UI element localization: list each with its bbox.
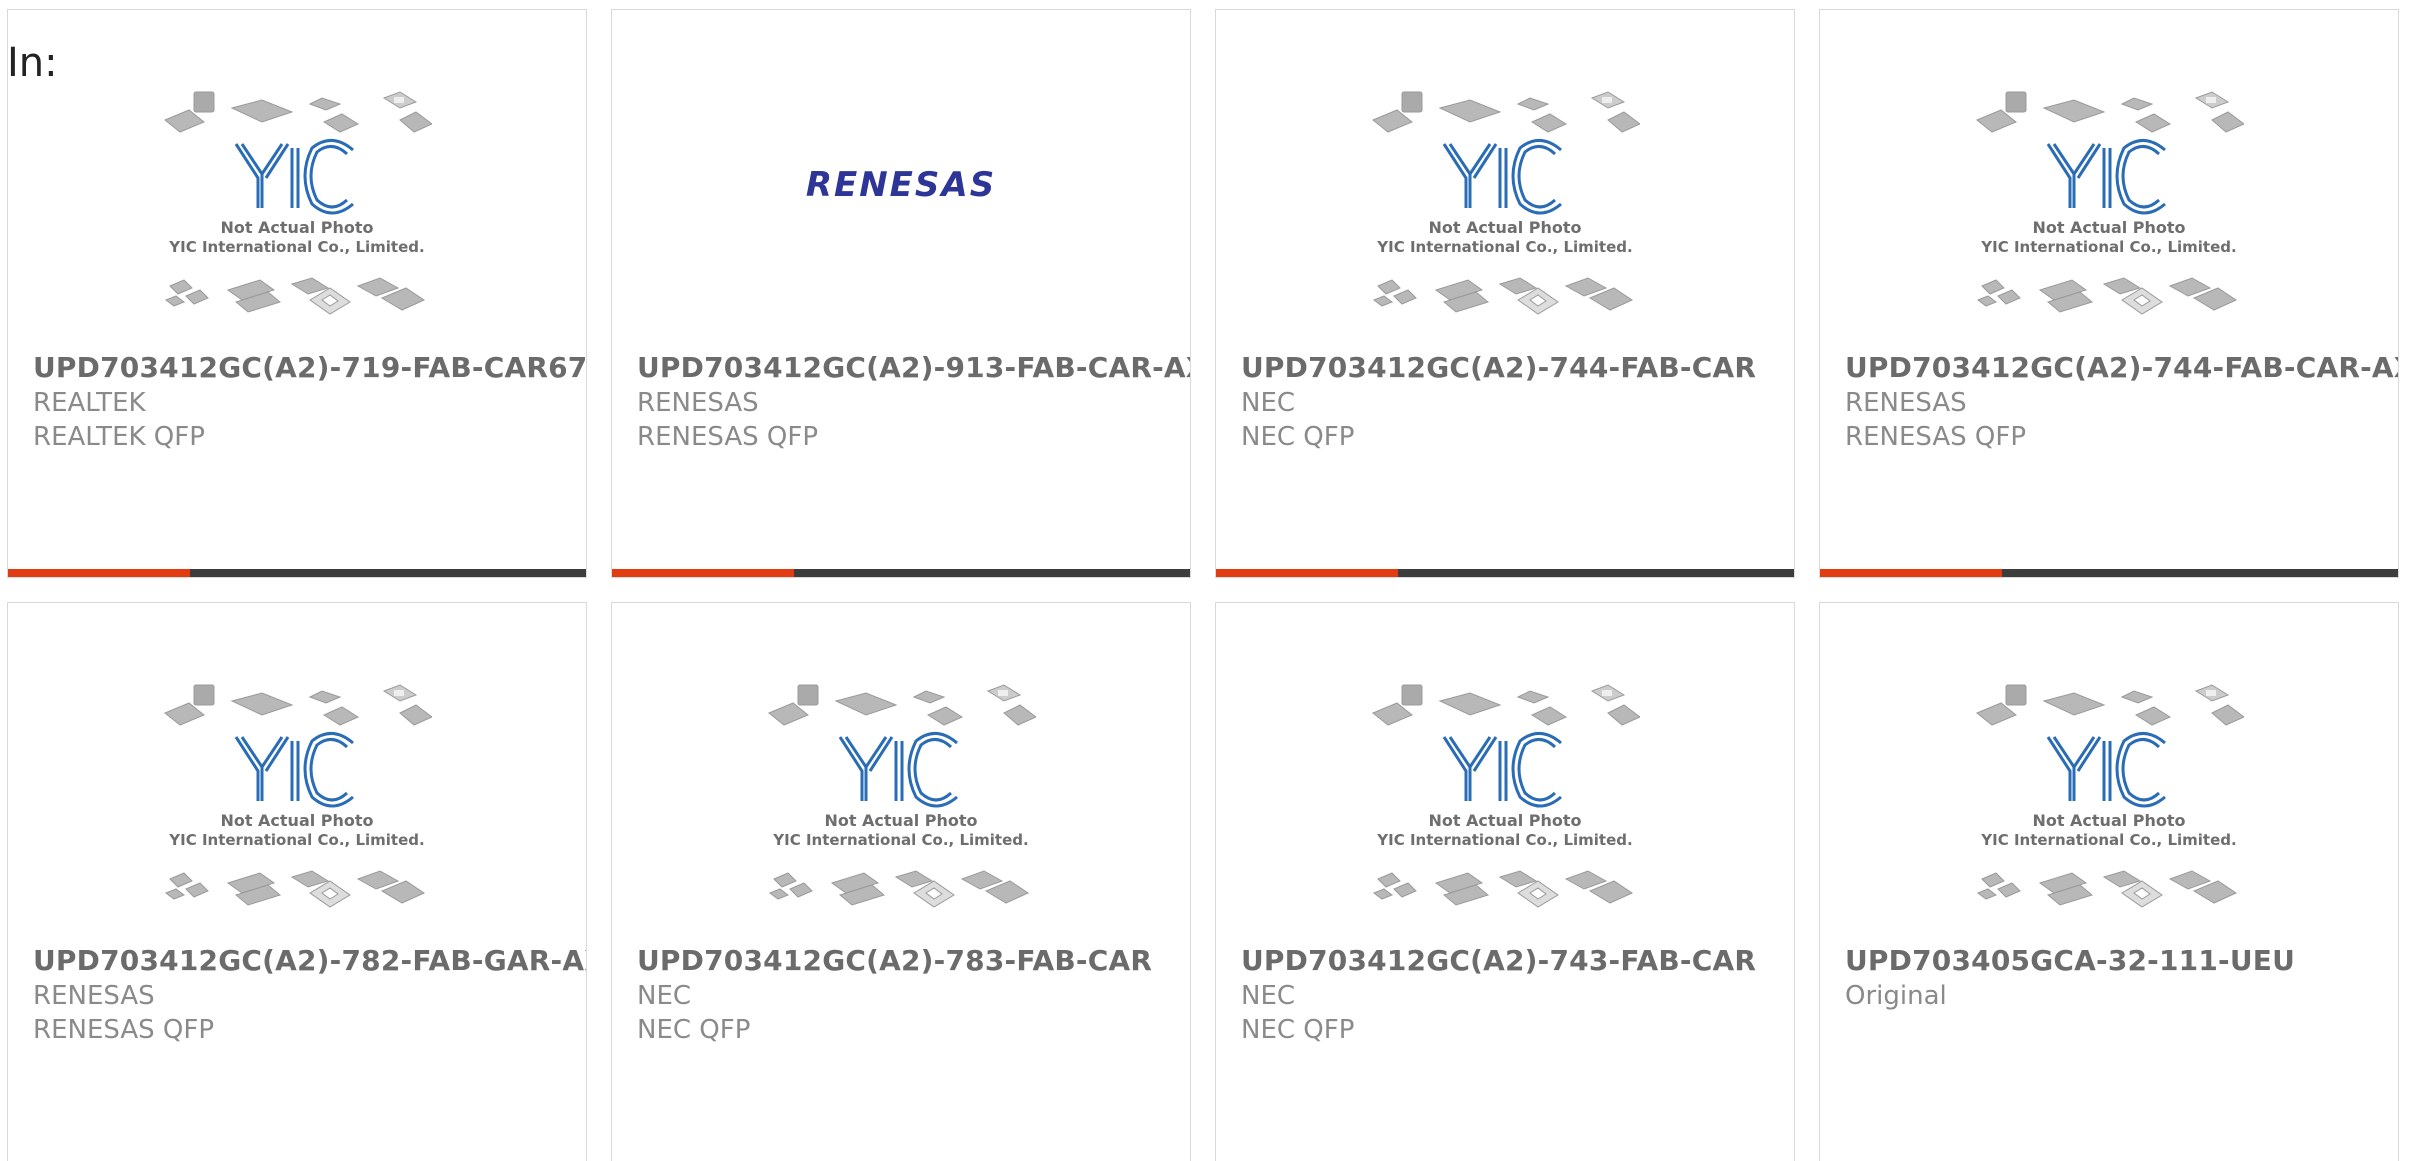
accent-segment [1820,569,2002,577]
product-info: UPD703412GC(A2)-743-FAB-CAR NEC NEC QFP [1241,943,1784,1047]
svg-text:Not Actual Photo: Not Actual Photo [2032,811,2185,830]
part-number-link[interactable]: UPD703405GCA-32-111-UEU [1845,943,2388,979]
renesas-logo: RENESAS [806,165,996,205]
product-image[interactable]: Not Actual Photo YIC International Co., … [8,90,586,360]
product-info: UPD703405GCA-32-111-UEU Original [1845,943,2388,1013]
svg-text:Not Actual Photo: Not Actual Photo [220,811,373,830]
yic-placeholder-image: Not Actual Photo YIC International Co., … [1976,684,2244,908]
package-label: RENESAS QFP [33,1015,215,1045]
card-footer-bar [1216,569,1794,577]
svg-text:Not Actual Photo: Not Actual Photo [824,811,977,830]
svg-text:YIC International Co., Limited: YIC International Co., Limited. [1980,238,2236,256]
package-label: REALTEK QFP [33,422,205,452]
product-card[interactable]: Not Actual Photo YIC International Co., … [1819,9,2399,578]
product-card[interactable]: Not Actual Photo YIC International Co., … [1215,602,1795,1161]
brand-label: RENESAS [33,981,155,1011]
brand-label: Original [1845,981,1947,1011]
product-card[interactable]: RENESAS UPD703412GC(A2)-913-FAB-CAR-AX RE… [611,9,1191,578]
card-footer-bar [1820,569,2398,577]
svg-text:YIC International Co., Limited: YIC International Co., Limited. [1376,238,1632,256]
svg-text:YIC International Co., Limited: YIC International Co., Limited. [168,831,424,849]
part-number-link[interactable]: UPD703412GC(A2)-913-FAB-CAR-AX [637,350,1190,386]
part-number-link[interactable]: UPD703412GC(A2)-719-FAB-CAR672 [33,350,586,386]
bar-segment [794,569,1190,577]
yic-placeholder-image: Not Actual Photo YIC International Co., … [1372,684,1640,908]
svg-text:YIC International Co., Limited: YIC International Co., Limited. [1376,831,1632,849]
yic-placeholder-image: Not Actual Photo YIC International Co., … [1976,91,2244,315]
brand-label: NEC [1241,981,1296,1011]
product-image[interactable]: RENESAS [612,90,1190,360]
part-number-link[interactable]: UPD703412GC(A2)-743-FAB-CAR [1241,943,1784,979]
product-info: UPD703412GC(A2)-783-FAB-CAR NEC NEC QFP [637,943,1180,1047]
package-label: RENESAS QFP [1845,422,2027,452]
brand-label: REALTEK [33,388,146,418]
yic-placeholder-image: Not Actual Photo YIC International Co., … [164,91,432,315]
product-info: UPD703412GC(A2)-719-FAB-CAR672 REALTEK REA… [33,350,586,454]
package-label: NEC QFP [637,1015,751,1045]
product-image[interactable]: Not Actual Photo YIC International Co., … [1820,90,2398,360]
product-card[interactable]: Not Actual Photo YIC International Co., … [1819,602,2399,1161]
brand-label: NEC [637,981,692,1011]
product-info: UPD703412GC(A2)-744-FAB-CAR-AX RENESAS REN… [1845,350,2398,454]
yic-placeholder-image: Not Actual Photo YIC International Co., … [768,684,1036,908]
product-image[interactable]: Not Actual Photo YIC International Co., … [1216,90,1794,360]
product-info: UPD703412GC(A2)-744-FAB-CAR NEC NEC QFP [1241,350,1784,454]
svg-text:Not Actual Photo: Not Actual Photo [220,218,373,237]
brand-label: RENESAS [637,388,759,418]
brand-label: NEC [1241,388,1296,418]
product-card[interactable]: Not Actual Photo YIC International Co., … [7,602,587,1161]
product-card[interactable]: Not Actual Photo YIC International Co., … [7,9,587,578]
svg-text:YIC International Co., Limited: YIC International Co., Limited. [1980,831,2236,849]
product-image[interactable]: Not Actual Photo YIC International Co., … [8,683,586,953]
package-label: NEC QFP [1241,422,1355,452]
filter-label: In: [7,40,58,86]
svg-text:RENESAS: RENESAS [806,165,996,205]
part-number-link[interactable]: UPD703412GC(A2)-744-FAB-CAR-AX [1845,350,2398,386]
bar-segment [2002,569,2398,577]
package-label: NEC QFP [1241,1015,1355,1045]
product-image[interactable]: Not Actual Photo YIC International Co., … [612,683,1190,953]
product-card[interactable]: Not Actual Photo YIC International Co., … [1215,9,1795,578]
part-number-link[interactable]: UPD703412GC(A2)-744-FAB-CAR [1241,350,1784,386]
accent-segment [612,569,794,577]
product-grid: Not Actual Photo YIC International Co., … [7,9,2403,1161]
part-number-link[interactable]: UPD703412GC(A2)-782-FAB-GAR-AX [33,943,586,979]
product-image[interactable]: Not Actual Photo YIC International Co., … [1820,683,2398,953]
part-number-link[interactable]: UPD703412GC(A2)-783-FAB-CAR [637,943,1180,979]
accent-segment [1216,569,1398,577]
svg-text:Not Actual Photo: Not Actual Photo [1428,218,1581,237]
product-info: UPD703412GC(A2)-913-FAB-CAR-AX RENESAS REN… [637,350,1190,454]
accent-segment [8,569,190,577]
yic-placeholder-image: Not Actual Photo YIC International Co., … [1372,91,1640,315]
card-footer-bar [8,569,586,577]
product-info: UPD703412GC(A2)-782-FAB-GAR-AX RENESAS REN… [33,943,586,1047]
brand-label: RENESAS [1845,388,1967,418]
bar-segment [190,569,586,577]
product-image[interactable]: Not Actual Photo YIC International Co., … [1216,683,1794,953]
svg-text:YIC International Co., Limited: YIC International Co., Limited. [168,238,424,256]
svg-text:Not Actual Photo: Not Actual Photo [1428,811,1581,830]
yic-placeholder-image: Not Actual Photo YIC International Co., … [164,684,432,908]
package-label: RENESAS QFP [637,422,819,452]
svg-text:YIC International Co., Limited: YIC International Co., Limited. [772,831,1028,849]
card-footer-bar [612,569,1190,577]
svg-text:Not Actual Photo: Not Actual Photo [2032,218,2185,237]
bar-segment [1398,569,1794,577]
product-card[interactable]: Not Actual Photo YIC International Co., … [611,602,1191,1161]
product-grid-page: In: Not Actual Photo YIC International C… [0,0,2410,1161]
